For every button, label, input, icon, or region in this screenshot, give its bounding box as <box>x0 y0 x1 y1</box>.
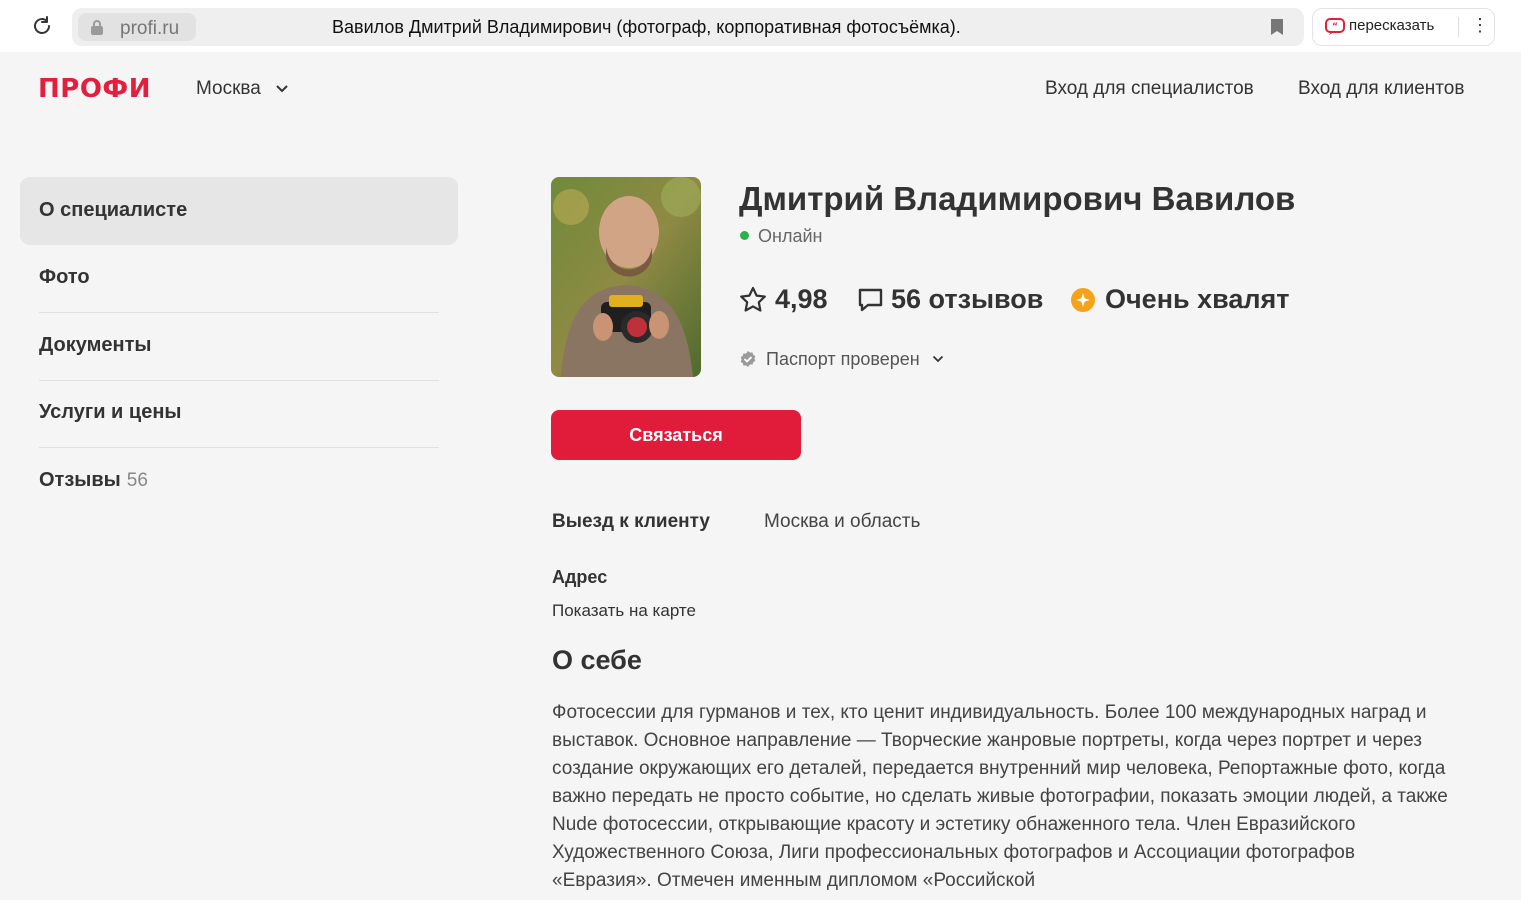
sidebar-item-label: Отзывы 56 <box>39 469 148 492</box>
about-text: Фотосессии для гурманов и тех, кто ценит… <box>552 702 1448 891</box>
praise-badge: Очень хвалят <box>1105 284 1290 314</box>
star-icon <box>740 286 766 312</box>
retell-icon: “ <box>1325 18 1345 35</box>
about-title: О себе <box>552 645 642 675</box>
visit-label: Выезд к клиенту <box>552 511 710 532</box>
sidebar-item-about[interactable]: О специалисте <box>20 177 458 245</box>
domain-text: profi.ru <box>120 18 180 39</box>
page-title: Вавилов Дмитрий Владимирович (фотограф, … <box>332 17 961 37</box>
sidebar-item-label: Документы <box>39 334 152 356</box>
sidebar-item-documents[interactable]: Документы <box>20 312 458 380</box>
reload-icon[interactable] <box>30 14 54 38</box>
address-bar[interactable]: profi.ru Вавилов Дмитрий Владимирович (ф… <box>72 8 1304 46</box>
bookmark-icon[interactable] <box>1270 18 1284 36</box>
retell-divider <box>1458 17 1459 37</box>
domain-pill[interactable]: profi.ru <box>78 13 196 41</box>
sidebar-item-label: Услуги и цены <box>39 401 182 423</box>
specialist-name: Дмитрий Владимирович Вавилов <box>739 180 1296 217</box>
browser-toolbar: profi.ru Вавилов Дмитрий Владимирович (ф… <box>0 0 1521 52</box>
svg-text:“: “ <box>1332 22 1338 32</box>
sidebar-reviews-label: Отзывы <box>39 469 121 491</box>
kebab-icon[interactable]: ⋮ <box>1471 15 1489 36</box>
retell-button[interactable]: “ пересказать ⋮ <box>1312 8 1495 46</box>
login-specialists-link[interactable]: Вход для специалистов <box>1045 78 1254 100</box>
passport-verified[interactable]: Паспорт проверен <box>766 349 920 370</box>
retell-label: пересказать <box>1349 17 1435 34</box>
sidebar-item-services[interactable]: Услуги и цены <box>20 379 458 447</box>
online-status: Онлайн <box>758 226 823 246</box>
profi-logo[interactable]: ПРОФИ <box>38 74 151 104</box>
show-on-map-link[interactable]: Показать на карте <box>552 601 696 621</box>
contact-button[interactable]: Связаться <box>551 410 801 460</box>
comment-icon <box>858 288 883 312</box>
address-label: Адрес <box>552 567 608 587</box>
visit-value: Москва и область <box>764 511 921 532</box>
reviews-count-link[interactable]: 56 отзывов <box>891 284 1043 315</box>
online-indicator <box>740 231 749 240</box>
sidebar-reviews-count: 56 <box>126 470 148 491</box>
avatar[interactable] <box>551 177 701 377</box>
sidebar-item-label: О специалисте <box>39 199 188 221</box>
sidebar-item-photo[interactable]: Фото <box>20 244 458 312</box>
verified-icon <box>740 351 756 367</box>
rating-value: 4,98 <box>775 284 828 314</box>
city-selector[interactable]: Москва <box>196 78 261 100</box>
chevron-down-icon[interactable] <box>932 355 944 363</box>
chevron-down-icon[interactable] <box>275 84 289 94</box>
sidebar-item-label: Фото <box>39 266 90 288</box>
login-clients-link[interactable]: Вход для клиентов <box>1298 78 1464 100</box>
praise-icon <box>1071 288 1095 312</box>
lock-icon <box>91 20 103 35</box>
avatar-photo <box>551 177 701 377</box>
sidebar-item-reviews[interactable]: Отзывы 56 <box>20 447 458 515</box>
